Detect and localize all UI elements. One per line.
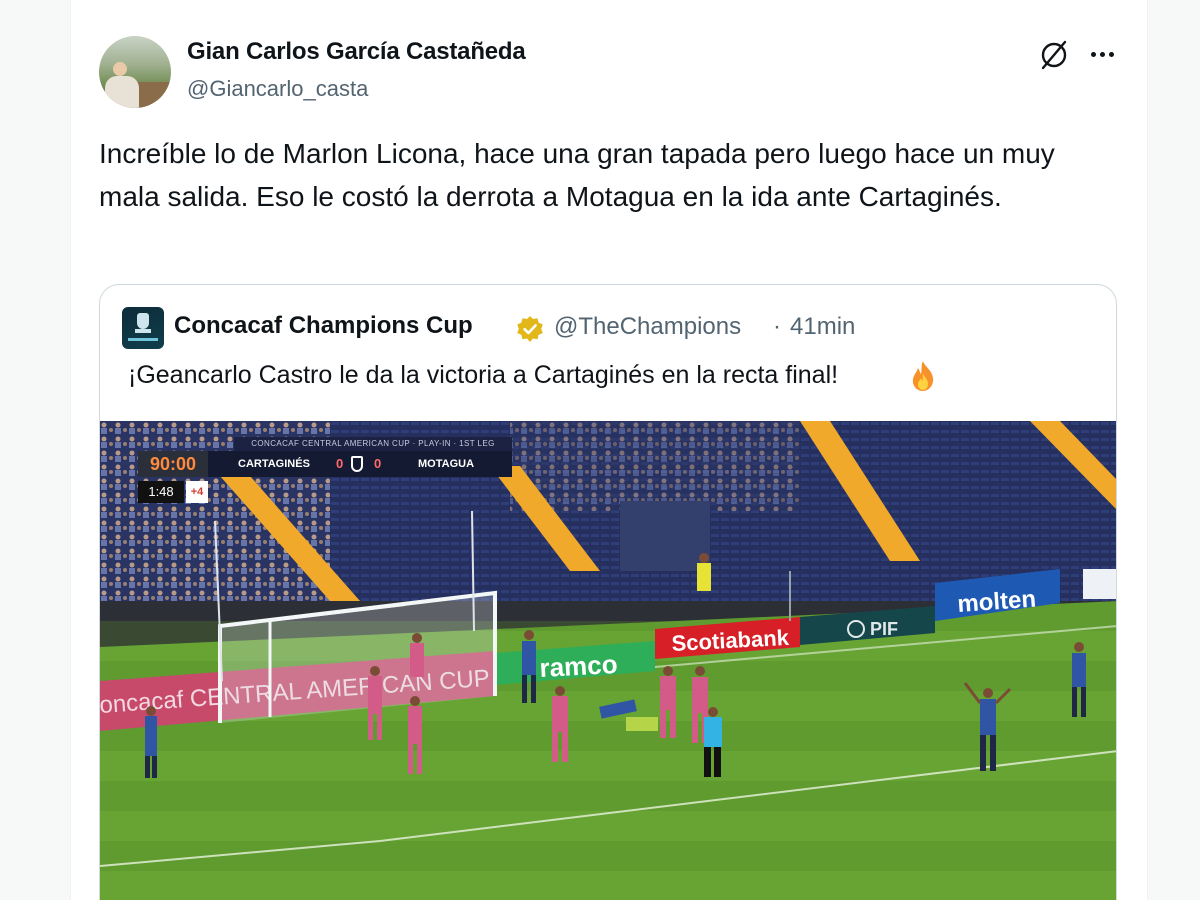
stoppage-clock: 1:48	[138, 481, 184, 503]
home-score: 0	[336, 456, 344, 471]
score-row: CARTAGINÉS 0 0 MOTAGUA	[208, 451, 512, 477]
quoted-author-handle[interactable]: @TheChampions	[554, 313, 741, 341]
away-score: 0	[374, 456, 382, 471]
competition-label: CONCACAF CENTRAL AMERICAN CUP · PLAY-IN …	[234, 437, 512, 451]
trophy-icon	[351, 456, 363, 472]
quoted-text: ¡Geancarlo Castro le da la victoria a Ca…	[128, 361, 839, 389]
quoted-timestamp[interactable]: 41min	[790, 313, 855, 341]
match-clock: 90:00	[138, 451, 208, 477]
away-team: MOTAGUA	[418, 458, 475, 470]
added-time: +4	[186, 481, 208, 503]
quoted-author-name[interactable]: Concacaf Champions Cup	[174, 312, 473, 340]
noshow-icon[interactable]	[1037, 38, 1071, 72]
more-icon[interactable]	[1085, 40, 1119, 68]
author-avatar[interactable]	[99, 36, 171, 108]
tweet-card[interactable]: Gian Carlos García Castañeda @Giancarlo_…	[70, 0, 1148, 900]
fire-icon	[912, 361, 934, 391]
author-handle[interactable]: @Giancarlo_casta	[187, 76, 368, 102]
tweet-text: Increíble lo de Marlon Licona, hace una …	[99, 138, 1055, 212]
svg-text:molten: molten	[957, 586, 1037, 618]
home-team: CARTAGINÉS	[238, 458, 310, 470]
separator-dot: ·	[773, 313, 781, 340]
match-scene: oncacaf CENTRAL AMERICAN CUP ramco Scoti…	[100, 421, 1116, 900]
verified-badge-icon	[517, 316, 543, 342]
svg-text:ramco: ramco	[539, 649, 619, 683]
svg-text:PIF: PIF	[870, 619, 898, 639]
quoted-author-avatar[interactable]	[122, 307, 164, 349]
author-name[interactable]: Gian Carlos García Castañeda	[187, 38, 526, 66]
quoted-tweet[interactable]: Concacaf Champions Cup @TheChampions · 4…	[99, 284, 1117, 900]
video-frame[interactable]: oncacaf CENTRAL AMERICAN CUP ramco Scoti…	[100, 421, 1116, 900]
